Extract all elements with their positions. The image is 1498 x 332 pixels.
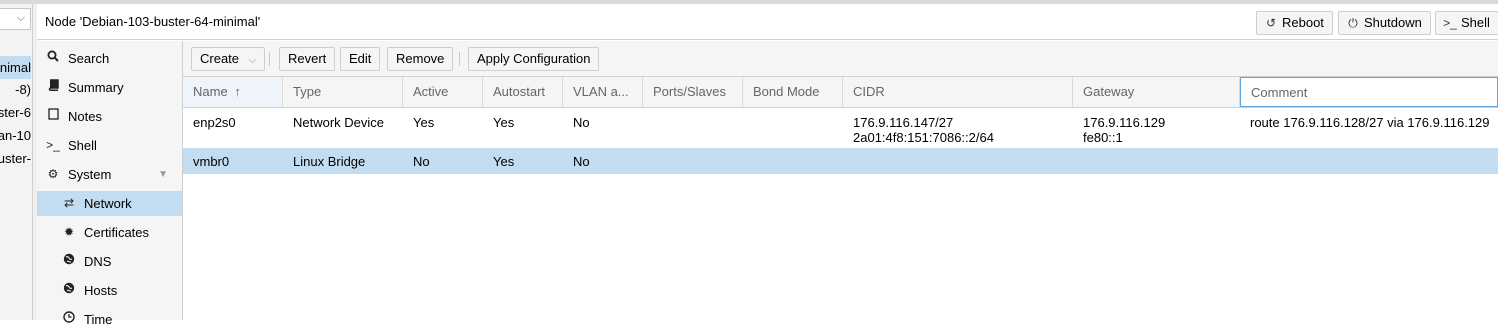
cell-gateway-ipv4: 176.9.116.129	[1083, 115, 1166, 130]
nav-item-system[interactable]: ⚙ System ▼	[37, 162, 182, 187]
cell-autostart: Yes	[493, 154, 515, 169]
chevron-down-icon: ⌵	[16, 12, 25, 24]
network-grid: enp2s0 Network Device Yes Yes No 176.9.1…	[183, 108, 1498, 320]
cell-name: enp2s0	[193, 115, 236, 130]
tree-item[interactable]: buster-6	[0, 101, 31, 124]
chevron-down-icon: ⌵	[248, 55, 257, 66]
column-header-autostart[interactable]: Autostart	[483, 77, 563, 107]
tree-item[interactable]: ian-10	[0, 124, 31, 147]
cell-cidr-ipv6: 2a01:4f8:151:7086::2/64	[853, 130, 994, 145]
cell-vlan-aware: No	[573, 115, 590, 130]
table-row[interactable]: enp2s0 Network Device Yes Yes No 176.9.1…	[183, 108, 1498, 148]
search-icon	[45, 46, 61, 71]
cell-active: No	[413, 154, 430, 169]
sort-asc-icon: ↑	[234, 84, 241, 99]
nav-item-hosts[interactable]: Hosts	[37, 278, 182, 303]
table-row[interactable]: vmbr0 Linux Bridge No Yes No	[183, 148, 1498, 174]
cogs-icon: ⚙	[47, 167, 59, 181]
shell-button[interactable]: >_ Shell	[1435, 11, 1498, 35]
toolbar-separator	[269, 52, 270, 66]
page-title: Node 'Debian-103-buster-64-minimal'	[45, 14, 261, 29]
column-header-comment[interactable]: Comment	[1240, 77, 1498, 107]
column-header-ports-slaves[interactable]: Ports/Slaves	[643, 77, 743, 107]
nav-item-shell[interactable]: >_ Shell	[37, 133, 182, 158]
cell-active: Yes	[413, 115, 435, 130]
cell-cidr-ipv4: 176.9.116.147/27	[853, 115, 954, 130]
tree-item[interactable]: buster-	[0, 147, 31, 170]
book-icon	[45, 75, 61, 100]
column-header-name[interactable]: Name ↑	[183, 77, 283, 107]
nav-item-certificates[interactable]: ✹ Certificates	[37, 220, 182, 245]
terminal-icon: >_	[1443, 16, 1457, 30]
cell-name: vmbr0	[193, 154, 230, 169]
column-header-type[interactable]: Type	[283, 77, 403, 107]
nav-item-search[interactable]: Search	[37, 46, 182, 71]
revert-button[interactable]: Revert	[279, 47, 336, 71]
cell-autostart: Yes	[493, 115, 515, 130]
create-button[interactable]: Create ⌵	[191, 47, 266, 71]
resource-tree: ⌵ minimal -8) buster-6 ian-10 buster-	[0, 4, 33, 320]
chevron-down-icon[interactable]: ▼	[158, 162, 168, 187]
terminal-icon: >_	[46, 138, 60, 152]
certificate-icon: ✹	[63, 225, 75, 239]
shutdown-button[interactable]: ⏻ Shutdown	[1338, 11, 1431, 35]
reboot-button[interactable]: ↺ Reboot	[1256, 11, 1333, 35]
globe-icon	[61, 278, 77, 303]
column-header-bond-mode[interactable]: Bond Mode	[743, 77, 843, 107]
node-nav-menu: Search Summary Notes >_ Shell ⚙ System ▼…	[37, 41, 183, 327]
node-header: Node 'Debian-103-buster-64-minimal' ↺ Reb…	[37, 4, 1498, 40]
cell-gateway-ipv6: fe80::1	[1083, 130, 1123, 145]
view-selector[interactable]: ⌵	[0, 8, 31, 30]
network-toolbar: Create ⌵ Revert Edit Remove Apply Config…	[183, 41, 1498, 77]
nav-item-network[interactable]: ⇄ Network	[37, 191, 182, 216]
grid-header: Name ↑ Type Active Autostart VLAN a... P…	[183, 77, 1498, 108]
notes-icon	[45, 104, 61, 129]
nav-item-notes[interactable]: Notes	[37, 104, 182, 129]
globe-icon	[61, 249, 77, 274]
tree-item[interactable]: -8)	[0, 78, 31, 101]
undo-icon: ↺	[1265, 16, 1277, 30]
nav-item-summary[interactable]: Summary	[37, 75, 182, 100]
exchange-icon: ⇄	[63, 196, 75, 210]
column-header-cidr[interactable]: CIDR	[843, 77, 1073, 107]
cell-comment: route 176.9.116.128/27 via 176.9.116.129	[1250, 115, 1490, 130]
apply-configuration-button[interactable]: Apply Configuration	[468, 47, 600, 71]
cell-vlan-aware: No	[573, 154, 590, 169]
cell-type: Linux Bridge	[293, 154, 366, 169]
cell-type: Network Device	[293, 115, 385, 130]
tree-item[interactable]: minimal	[0, 56, 31, 79]
remove-button[interactable]: Remove	[387, 47, 454, 71]
edit-button[interactable]: Edit	[340, 47, 381, 71]
toolbar-separator	[459, 52, 460, 66]
column-header-active[interactable]: Active	[403, 77, 483, 107]
nav-item-dns[interactable]: DNS	[37, 249, 182, 274]
column-header-vlan-aware[interactable]: VLAN a...	[563, 77, 643, 107]
power-icon: ⏻	[1348, 16, 1358, 30]
column-header-gateway[interactable]: Gateway	[1073, 77, 1240, 107]
